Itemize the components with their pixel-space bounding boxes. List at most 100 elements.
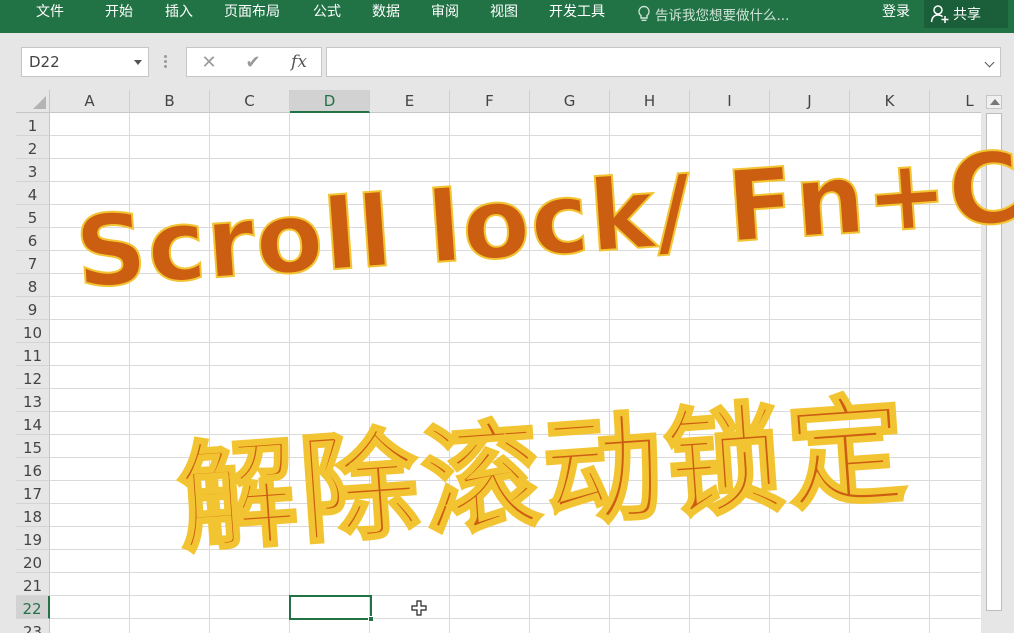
gridline-horizontal [50,457,981,458]
lightbulb-icon [638,5,650,22]
gridline-horizontal [50,595,981,596]
select-all-button[interactable] [16,90,50,113]
column-header-h[interactable]: H [610,90,690,113]
resize-grip-icon[interactable] [164,55,167,69]
column-header-i[interactable]: I [690,90,770,113]
row-header-1[interactable]: 1 [16,113,50,136]
gridline-horizontal [50,342,981,343]
row-header-19[interactable]: 19 [16,527,50,550]
column-header-d[interactable]: D [290,90,370,113]
vertical-scrollbar[interactable] [984,93,1004,633]
row-header-8[interactable]: 8 [16,274,50,297]
row-header-2[interactable]: 2 [16,136,50,159]
column-header-f[interactable]: F [450,90,530,113]
person-add-icon [930,5,949,23]
gridline-horizontal [50,388,981,389]
gridline-vertical [209,113,210,633]
gridline-vertical [849,113,850,633]
formula-bar: D22 ✕ ✔ fx [0,33,1014,90]
row-header-10[interactable]: 10 [16,320,50,343]
gridline-horizontal [50,411,981,412]
expand-formula-bar-icon[interactable] [984,57,995,68]
gridline-vertical [929,113,930,633]
row-header-3[interactable]: 3 [16,159,50,182]
row-header-13[interactable]: 13 [16,389,50,412]
row-header-15[interactable]: 15 [16,435,50,458]
tab-insert[interactable]: 插入 [165,3,193,25]
row-header-5[interactable]: 5 [16,205,50,228]
tab-file[interactable]: 文件 [36,3,64,25]
active-cell-selection[interactable] [289,595,374,622]
row-header-21[interactable]: 21 [16,573,50,596]
gridline-horizontal [50,480,981,481]
gridline-horizontal [50,572,981,573]
row-header-11[interactable]: 11 [16,343,50,366]
row-header-17[interactable]: 17 [16,481,50,504]
gridline-horizontal [50,273,981,274]
enter-check-icon[interactable]: ✔ [239,48,267,76]
gridline-horizontal [50,181,981,182]
gridline-vertical [609,113,610,633]
sign-in-link[interactable]: 登录 [882,3,910,21]
ribbon-tab-bar: 文件 开始 插入 页面布局 公式 数据 审阅 视图 开发工具 告诉我您想要做什么… [0,0,1014,33]
gridline-vertical [689,113,690,633]
gridline-horizontal [50,549,981,550]
tell-me-text: 告诉我您想要做什么... [655,8,790,24]
gridline-vertical [529,113,530,633]
tab-developer[interactable]: 开发工具 [549,3,605,25]
row-header-7[interactable]: 7 [16,251,50,274]
gridline-horizontal [50,296,981,297]
gridline-horizontal [50,365,981,366]
insert-function-icon[interactable]: fx [285,48,313,76]
gridline-vertical [129,113,130,633]
gridline-horizontal [50,434,981,435]
column-header-e[interactable]: E [370,90,450,113]
tab-data[interactable]: 数据 [372,3,400,25]
column-header-c[interactable]: C [210,90,290,113]
tab-view[interactable]: 视图 [490,3,518,25]
column-header-b[interactable]: B [130,90,210,113]
tab-review[interactable]: 审阅 [431,3,459,25]
column-header-g[interactable]: G [530,90,610,113]
row-header-9[interactable]: 9 [16,297,50,320]
gridline-horizontal [50,158,981,159]
gridline-vertical [769,113,770,633]
row-header-4[interactable]: 4 [16,182,50,205]
gridline-horizontal [50,526,981,527]
tab-formulas[interactable]: 公式 [313,3,341,25]
column-header-k[interactable]: K [850,90,930,113]
gridline-vertical [289,113,290,633]
row-header-16[interactable]: 16 [16,458,50,481]
row-header-22[interactable]: 22 [16,596,50,619]
gridline-horizontal [50,503,981,504]
column-header-j[interactable]: J [770,90,850,113]
worksheet-grid[interactable]: A B C D E F G H I J K L 1 2 3 4 5 6 7 8 9 10 11 12 13 14 15 16 17 18 1… [16,90,981,633]
row-header-6[interactable]: 6 [16,228,50,251]
row-header-14[interactable]: 14 [16,412,50,435]
cancel-icon[interactable]: ✕ [195,48,223,76]
row-header-12[interactable]: 12 [16,366,50,389]
excel-window: 文件 开始 插入 页面布局 公式 数据 审阅 视图 开发工具 告诉我您想要做什么… [0,0,1014,633]
name-box[interactable]: D22 [21,47,149,77]
share-button[interactable]: 共享 [924,0,1008,28]
column-header-l[interactable]: L [930,90,981,113]
scroll-up-arrow-icon[interactable] [986,95,1002,109]
tab-page-layout[interactable]: 页面布局 [224,3,280,25]
fill-handle[interactable] [368,616,374,622]
gridline-vertical [369,113,370,633]
tell-me-search[interactable]: 告诉我您想要做什么... [637,3,789,25]
gridline-horizontal [50,227,981,228]
row-header-18[interactable]: 18 [16,504,50,527]
formula-input[interactable] [326,47,1001,77]
cell-cursor-icon [411,600,427,616]
tab-home[interactable]: 开始 [105,3,133,25]
column-header-a[interactable]: A [50,90,130,113]
row-header-23[interactable]: 23 [16,619,50,633]
chevron-down-icon[interactable] [134,60,142,65]
gridline-horizontal [50,319,981,320]
name-box-value: D22 [29,53,60,71]
gridline-horizontal [50,135,981,136]
scrollbar-thumb[interactable] [986,113,1002,611]
share-label: 共享 [953,7,981,23]
row-header-20[interactable]: 20 [16,550,50,573]
